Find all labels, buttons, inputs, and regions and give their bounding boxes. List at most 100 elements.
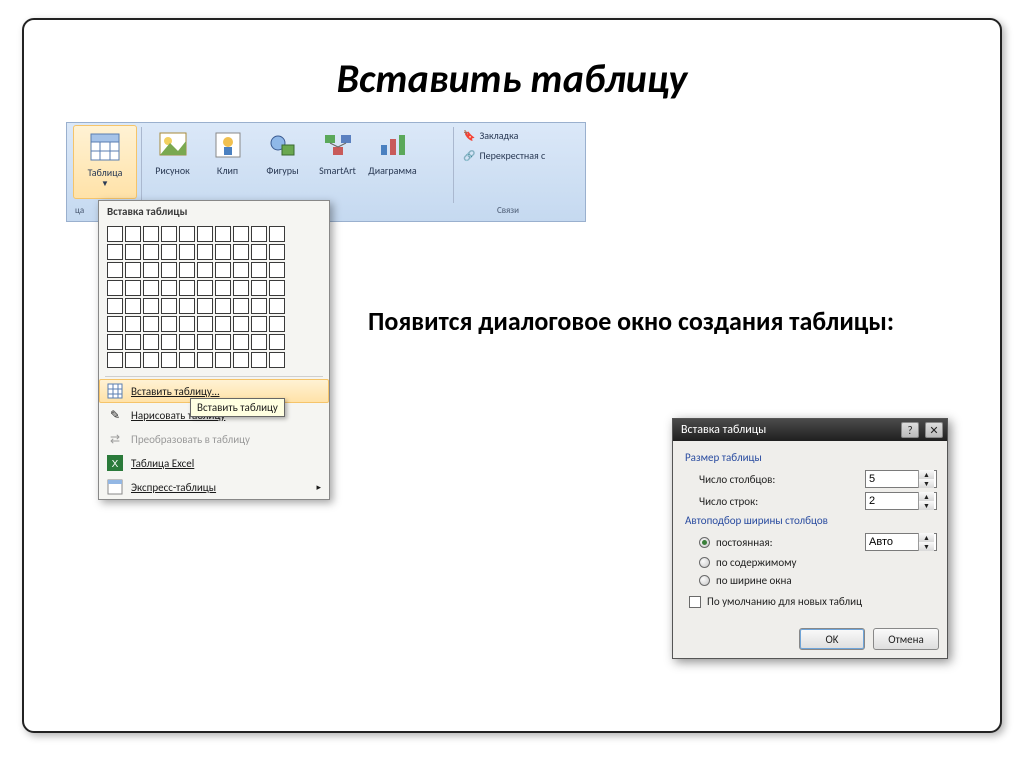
grid-cell[interactable]	[233, 262, 249, 278]
grid-cell[interactable]	[233, 280, 249, 296]
spin-up-icon[interactable]: ▲	[919, 492, 934, 501]
grid-cell[interactable]	[197, 280, 213, 296]
grid-cell[interactable]	[251, 262, 267, 278]
grid-cell[interactable]	[197, 352, 213, 368]
table-size-picker[interactable]	[107, 226, 321, 368]
dialog-titlebar[interactable]: Вставка таблицы ? ✕	[673, 419, 947, 441]
express-tables-item[interactable]: Экспресс-таблицы ▸	[99, 475, 329, 499]
radio-fixed[interactable]	[699, 537, 710, 548]
spin-down-icon[interactable]: ▼	[919, 501, 934, 510]
grid-cell[interactable]	[215, 262, 231, 278]
grid-cell[interactable]	[251, 298, 267, 314]
close-button[interactable]: ✕	[925, 422, 943, 438]
grid-cell[interactable]	[179, 280, 195, 296]
grid-cell[interactable]	[215, 352, 231, 368]
grid-cell[interactable]	[233, 334, 249, 350]
grid-cell[interactable]	[215, 334, 231, 350]
grid-cell[interactable]	[107, 334, 123, 350]
grid-cell[interactable]	[125, 334, 141, 350]
grid-cell[interactable]	[107, 352, 123, 368]
grid-cell[interactable]	[161, 298, 177, 314]
grid-cell[interactable]	[251, 280, 267, 296]
fixed-width-combo[interactable]: ▲▼	[865, 533, 937, 551]
rows-spinbox[interactable]: ▲▼	[865, 492, 937, 510]
grid-cell[interactable]	[269, 334, 285, 350]
grid-cell[interactable]	[107, 262, 123, 278]
grid-cell[interactable]	[179, 262, 195, 278]
grid-cell[interactable]	[251, 334, 267, 350]
grid-cell[interactable]	[233, 316, 249, 332]
grid-cell[interactable]	[251, 352, 267, 368]
columns-spinbox[interactable]: ▲▼	[865, 470, 937, 488]
rows-input[interactable]	[866, 495, 918, 507]
grid-cell[interactable]	[143, 334, 159, 350]
grid-cell[interactable]	[233, 352, 249, 368]
grid-cell[interactable]	[107, 316, 123, 332]
grid-cell[interactable]	[269, 298, 285, 314]
grid-cell[interactable]	[143, 262, 159, 278]
grid-cell[interactable]	[161, 262, 177, 278]
bookmark-button[interactable]: 🔖 Закладка	[459, 125, 522, 145]
grid-cell[interactable]	[107, 280, 123, 296]
grid-cell[interactable]	[215, 280, 231, 296]
picture-button[interactable]: Рисунок	[145, 125, 200, 195]
grid-cell[interactable]	[269, 280, 285, 296]
insert-table-item[interactable]: Вставить таблицу… Вставить таблицу	[99, 379, 329, 403]
grid-cell[interactable]	[215, 316, 231, 332]
grid-cell[interactable]	[215, 226, 231, 242]
grid-cell[interactable]	[125, 244, 141, 260]
clip-button[interactable]: Клип	[200, 125, 255, 195]
grid-cell[interactable]	[161, 352, 177, 368]
grid-cell[interactable]	[179, 352, 195, 368]
grid-cell[interactable]	[179, 226, 195, 242]
grid-cell[interactable]	[197, 316, 213, 332]
grid-cell[interactable]	[269, 226, 285, 242]
grid-cell[interactable]	[269, 262, 285, 278]
grid-cell[interactable]	[215, 298, 231, 314]
grid-cell[interactable]	[233, 298, 249, 314]
grid-cell[interactable]	[161, 334, 177, 350]
grid-cell[interactable]	[269, 244, 285, 260]
cancel-button[interactable]: Отмена	[873, 628, 939, 650]
grid-cell[interactable]	[197, 298, 213, 314]
grid-cell[interactable]	[125, 226, 141, 242]
grid-cell[interactable]	[197, 334, 213, 350]
grid-cell[interactable]	[107, 298, 123, 314]
shapes-button[interactable]: Фигуры	[255, 125, 310, 195]
spin-down-icon[interactable]: ▼	[919, 542, 934, 551]
grid-cell[interactable]	[161, 244, 177, 260]
spin-down-icon[interactable]: ▼	[919, 479, 934, 488]
grid-cell[interactable]	[251, 244, 267, 260]
grid-cell[interactable]	[179, 334, 195, 350]
spin-up-icon[interactable]: ▲	[919, 533, 934, 542]
grid-cell[interactable]	[143, 298, 159, 314]
grid-cell[interactable]	[107, 226, 123, 242]
chart-button[interactable]: Диаграмма	[365, 125, 420, 195]
grid-cell[interactable]	[143, 352, 159, 368]
grid-cell[interactable]	[215, 244, 231, 260]
grid-cell[interactable]	[233, 226, 249, 242]
grid-cell[interactable]	[179, 316, 195, 332]
grid-cell[interactable]	[125, 280, 141, 296]
grid-cell[interactable]	[269, 352, 285, 368]
grid-cell[interactable]	[125, 262, 141, 278]
grid-cell[interactable]	[179, 298, 195, 314]
grid-cell[interactable]	[125, 352, 141, 368]
grid-cell[interactable]	[161, 316, 177, 332]
grid-cell[interactable]	[143, 280, 159, 296]
columns-input[interactable]	[866, 473, 918, 485]
grid-cell[interactable]	[143, 244, 159, 260]
fixed-width-input[interactable]	[866, 536, 918, 548]
grid-cell[interactable]	[107, 244, 123, 260]
grid-cell[interactable]	[125, 298, 141, 314]
help-button[interactable]: ?	[901, 422, 919, 438]
grid-cell[interactable]	[179, 244, 195, 260]
default-checkbox[interactable]	[689, 596, 701, 608]
spin-up-icon[interactable]: ▲	[919, 470, 934, 479]
radio-content[interactable]	[699, 557, 710, 568]
excel-table-item[interactable]: X Таблица Excel	[99, 451, 329, 475]
grid-cell[interactable]	[161, 280, 177, 296]
grid-cell[interactable]	[233, 244, 249, 260]
grid-cell[interactable]	[197, 244, 213, 260]
grid-cell[interactable]	[197, 262, 213, 278]
